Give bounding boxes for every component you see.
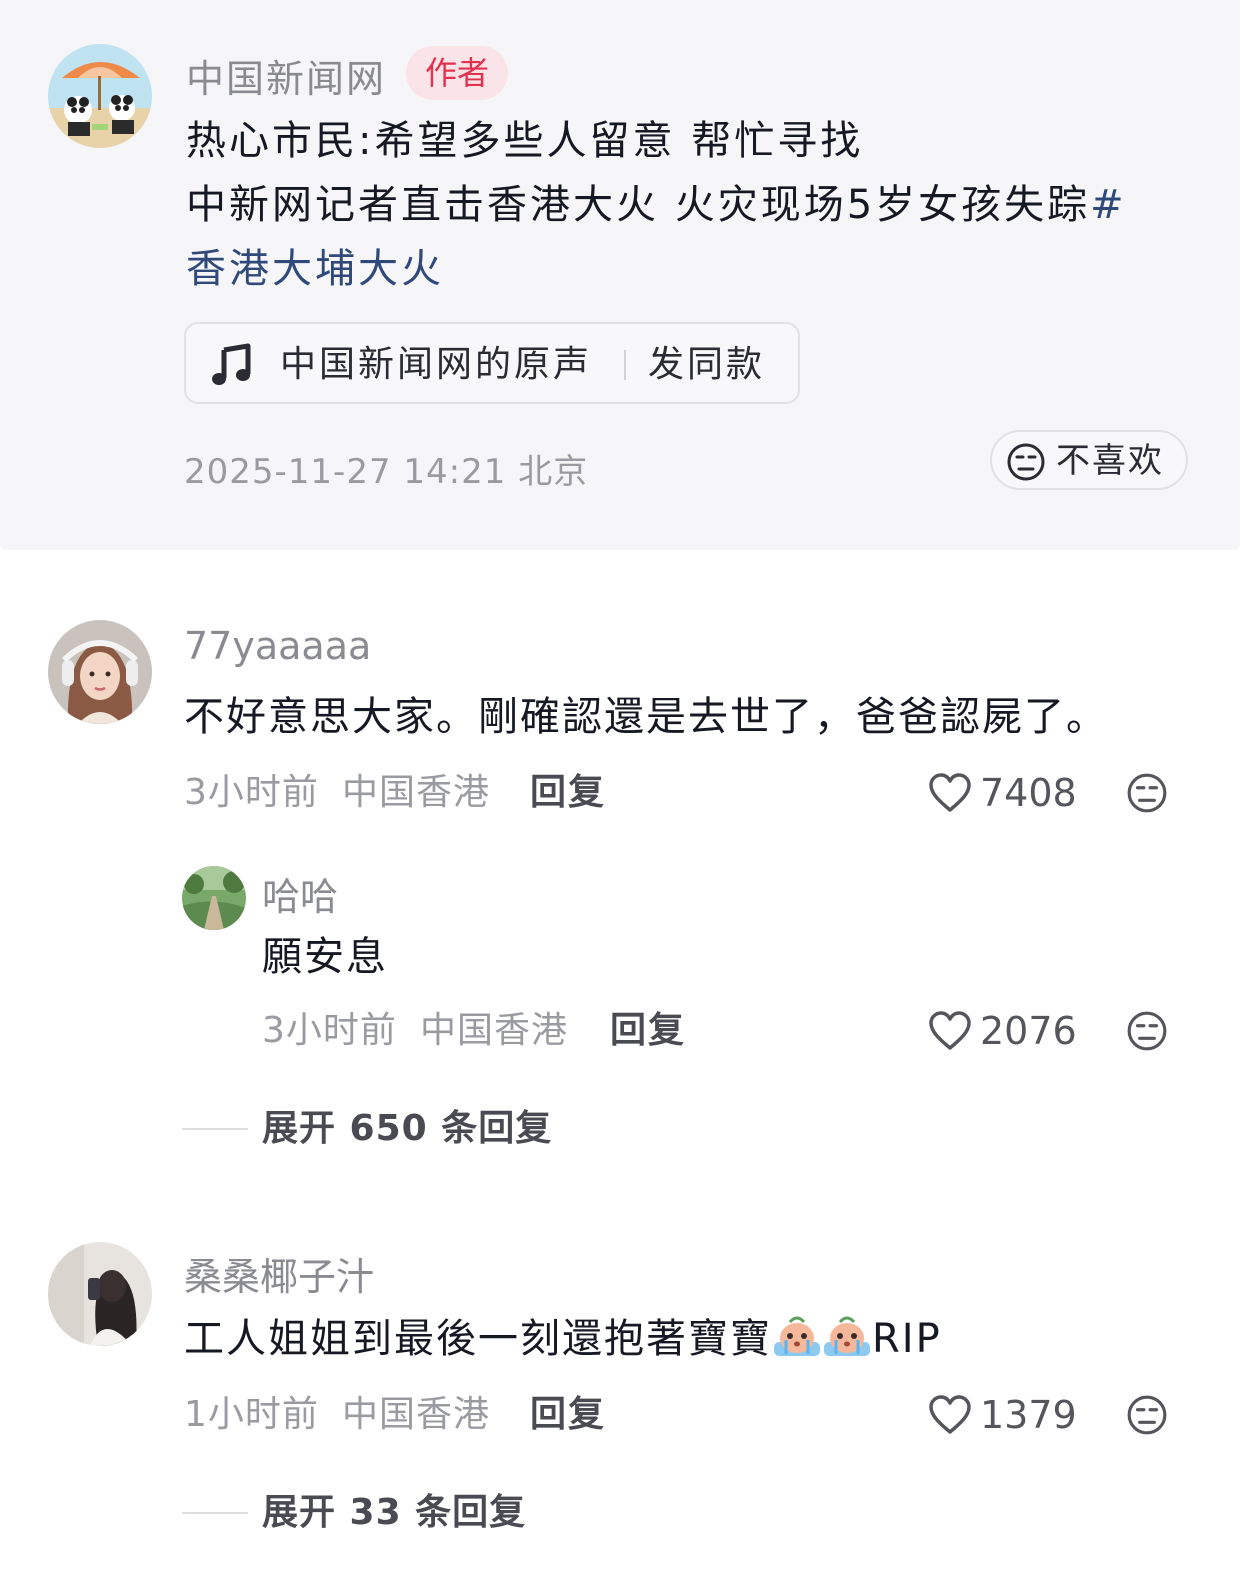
reply-username[interactable]: 哈哈 bbox=[262, 866, 338, 921]
author-badge: 作者 bbox=[406, 46, 508, 100]
comment-text-suffix: RIP bbox=[872, 1316, 942, 1362]
comment-text: 工人姐姐到最後一刻還抱著寶寶 RIP bbox=[184, 1314, 942, 1364]
reply-location: 中国香港 bbox=[420, 1010, 569, 1051]
dislike-label: 不喜欢 bbox=[1056, 441, 1164, 481]
dislike-button[interactable]: 不喜欢 bbox=[990, 430, 1188, 490]
original-sound-title: 中国新闻网的原声 bbox=[280, 344, 593, 385]
use-sound-button[interactable]: 发同款 bbox=[648, 342, 765, 388]
like-count: 7408 bbox=[980, 771, 1077, 815]
heart-icon bbox=[929, 1395, 971, 1434]
reply-button[interactable]: 回复 bbox=[610, 1008, 686, 1054]
crying-emoji-icon bbox=[774, 1316, 820, 1356]
comment-text-body: 工人姐姐到最後一刻還抱著寶寶 bbox=[184, 1316, 772, 1362]
heart-icon bbox=[929, 1011, 971, 1050]
expand-divider bbox=[182, 1128, 248, 1130]
hashtag-link[interactable]: 香港大埔大火 bbox=[186, 244, 444, 294]
post-timestamp-location: 2025-11-27 14:21 北京 bbox=[184, 452, 589, 492]
music-divider bbox=[624, 350, 626, 380]
original-sound-card[interactable]: 中国新闻网的原声 发同款 bbox=[184, 322, 800, 404]
comment-username[interactable]: 桑桑椰子汁 bbox=[184, 1246, 374, 1301]
like-count: 1379 bbox=[980, 1393, 1077, 1437]
comment-avatar[interactable] bbox=[48, 1242, 152, 1346]
dislike-face-icon[interactable] bbox=[1126, 772, 1168, 814]
hashtag-symbol[interactable]: # bbox=[1090, 182, 1127, 228]
reply-text: 願安息 bbox=[262, 934, 388, 980]
comment-location: 中国香港 bbox=[342, 772, 491, 813]
reply-time: 3小时前 bbox=[262, 1010, 397, 1051]
like-count: 2076 bbox=[980, 1009, 1077, 1053]
expand-replies-button[interactable]: 展开 33 条回复 bbox=[262, 1490, 526, 1536]
comment-username[interactable]: 77yaaaaa bbox=[184, 624, 371, 668]
comment-time: 3小时前 bbox=[184, 772, 319, 813]
dislike-face-icon[interactable] bbox=[1126, 1010, 1168, 1052]
post-text-line-1: 热心市民:希望多些人留意 帮忙寻找 bbox=[186, 118, 864, 164]
author-name[interactable]: 中国新闻网 bbox=[186, 48, 386, 103]
like-button[interactable]: 7408 bbox=[928, 770, 1078, 816]
crying-emoji-icon bbox=[824, 1316, 870, 1356]
like-button[interactable]: 1379 bbox=[928, 1392, 1078, 1438]
reply-button[interactable]: 回复 bbox=[530, 1392, 606, 1438]
reply-avatar[interactable] bbox=[182, 866, 246, 930]
dislike-face-icon[interactable] bbox=[1126, 1394, 1168, 1436]
reply-button[interactable]: 回复 bbox=[530, 770, 606, 816]
expand-replies-button[interactable]: 展开 650 条回复 bbox=[262, 1106, 552, 1152]
author-avatar[interactable] bbox=[48, 44, 152, 148]
post-title: 中新网记者直击香港大火 火灾现场5岁女孩失踪 bbox=[186, 182, 1091, 228]
comment-location: 中国香港 bbox=[342, 1394, 491, 1435]
dislike-face-icon bbox=[1007, 443, 1045, 481]
like-button[interactable]: 2076 bbox=[928, 1008, 1078, 1054]
author-post: 中国新闻网 作者 热心市民:希望多些人留意 帮忙寻找 中新网记者直击香港大火 火… bbox=[0, 0, 1240, 550]
music-note-icon bbox=[212, 343, 251, 385]
heart-icon bbox=[929, 773, 971, 812]
expand-divider bbox=[182, 1512, 248, 1514]
post-text-line-2: 中新网记者直击香港大火 火灾现场5岁女孩失踪# bbox=[186, 180, 1127, 230]
comment-time: 1小时前 bbox=[184, 1394, 319, 1435]
comment-text: 不好意思大家。剛確認還是去世了，爸爸認屍了。 bbox=[184, 694, 1108, 740]
comment-avatar[interactable] bbox=[48, 620, 152, 724]
